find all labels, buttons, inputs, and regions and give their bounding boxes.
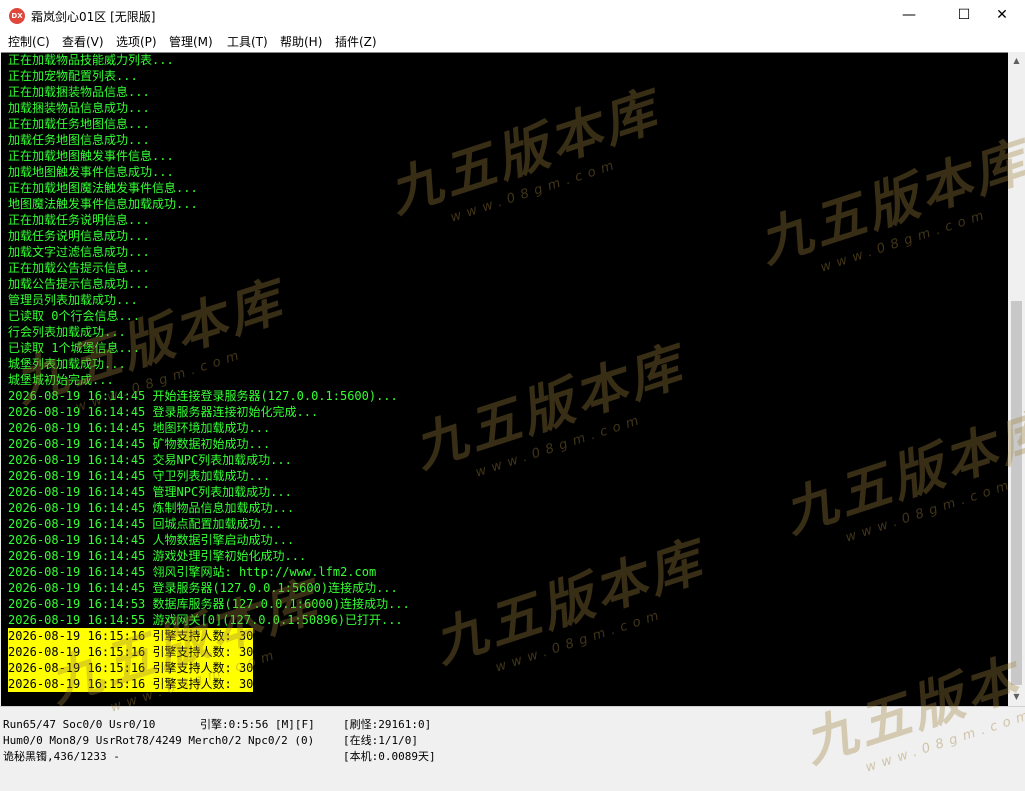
console-line: 已读取 0个行会信息... bbox=[8, 309, 141, 323]
console-line: 正在加载地图触发事件信息... bbox=[8, 149, 174, 163]
console-line: 2026-08-19 16:14:45 地图环境加载成功... bbox=[8, 421, 271, 435]
status-local-time: [本机:0.0089天] bbox=[343, 750, 436, 763]
menu-tools[interactable]: 工具(T) bbox=[227, 33, 268, 50]
menu-manage[interactable]: 管理(M) bbox=[169, 33, 213, 50]
menu-control[interactable]: 控制(C) bbox=[8, 33, 50, 50]
status-monster-refresh: [刷怪:29161:0] bbox=[343, 718, 432, 731]
console-line: 正在加载地图魔法触发事件信息... bbox=[8, 181, 198, 195]
console-line: 正在加载物品技能威力列表... bbox=[8, 53, 174, 67]
status-run-counters: Run65/47 Soc0/0 Usr0/10 bbox=[3, 718, 156, 731]
console-line: 正在加宠物配置列表... bbox=[8, 69, 138, 83]
menu-view[interactable]: 查看(V) bbox=[62, 33, 104, 50]
console-line: 2026-08-19 16:14:45 翎风引擎网站: http://www.l… bbox=[8, 565, 377, 579]
status-online: [在线:1/1/0] bbox=[343, 734, 418, 747]
console-line: 城堡城初始完成... bbox=[8, 373, 114, 387]
console-line: 2026-08-19 16:14:45 守卫列表加载成功... bbox=[8, 469, 271, 483]
title-bar: DX 霜岚剑心01区 [无限版] — ☐ ✕ bbox=[0, 0, 1025, 31]
console-line: 2026-08-19 16:14:45 开始连接登录服务器(127.0.0.1:… bbox=[8, 389, 398, 403]
menu-plugins[interactable]: 插件(Z) bbox=[335, 33, 377, 50]
console-line: 加载任务说明信息成功... bbox=[8, 229, 150, 243]
console-line: 2026-08-19 16:14:45 人物数据引擎启动成功... bbox=[8, 533, 295, 547]
minimize-button[interactable]: — bbox=[886, 0, 932, 31]
menu-bar: 控制(C) 查看(V) 选项(P) 管理(M) 工具(T) 帮助(H) 插件(Z… bbox=[0, 31, 1025, 52]
console-line: 正在加载公告提示信息... bbox=[8, 261, 150, 275]
console-line: 2026-08-19 16:14:45 交易NPC列表加载成功... bbox=[8, 453, 292, 467]
console-line-highlighted: 2026-08-19 16:15:16 引擎支持人数: 30 bbox=[8, 676, 254, 692]
status-engine-uptime: 引擎:0:5:56 [M][F] bbox=[200, 718, 315, 731]
close-button[interactable]: ✕ bbox=[979, 0, 1025, 31]
console-line: 2026-08-19 16:14:45 矿物数据初始成功... bbox=[8, 437, 271, 451]
console-log[interactable]: 正在加载物品技能威力列表... 正在加宠物配置列表... 正在加载捆装物品信息...… bbox=[1, 52, 1008, 706]
console-line: 2026-08-19 16:14:45 游戏处理引擎初始化成功... bbox=[8, 549, 307, 563]
console-line: 加载地图触发事件信息成功... bbox=[8, 165, 174, 179]
console-line-highlighted: 2026-08-19 16:15:16 引擎支持人数: 30 bbox=[8, 660, 254, 676]
console-line: 2026-08-19 16:14:45 登录服务器(127.0.0.1:5600… bbox=[8, 581, 398, 595]
console-line: 加载任务地图信息成功... bbox=[8, 133, 150, 147]
console-line: 加载文字过滤信息成功... bbox=[8, 245, 150, 259]
scroll-thumb[interactable] bbox=[1011, 301, 1022, 685]
console-line: 已读取 1个城堡信息... bbox=[8, 341, 141, 355]
menu-options[interactable]: 选项(P) bbox=[116, 33, 157, 50]
console-line: 地图魔法触发事件信息加载成功... bbox=[8, 197, 198, 211]
console-line: 2026-08-19 16:14:45 管理NPC列表加载成功... bbox=[8, 485, 292, 499]
console-line: 2026-08-19 16:14:45 登录服务器连接初始化完成... bbox=[8, 405, 319, 419]
console-line: 2026-08-19 16:14:45 炼制物品信息加载成功... bbox=[8, 501, 295, 515]
console-line-highlighted: 2026-08-19 16:15:16 引擎支持人数: 30 bbox=[8, 628, 254, 644]
window-title: 霜岚剑心01区 [无限版] bbox=[31, 10, 156, 24]
console-line: 2026-08-19 16:14:55 游戏网关[0](127.0.0.1:50… bbox=[8, 613, 403, 627]
console-line: 正在加载任务说明信息... bbox=[8, 213, 150, 227]
menu-help[interactable]: 帮助(H) bbox=[280, 33, 322, 50]
console-line: 城堡列表加载成功... bbox=[8, 357, 126, 371]
console-line: 管理员列表加载成功... bbox=[8, 293, 138, 307]
console-line: 2026-08-19 16:14:53 数据库服务器(127.0.0.1:600… bbox=[8, 597, 410, 611]
console-line: 加载捆装物品信息成功... bbox=[8, 101, 150, 115]
status-object-counters: Hum0/0 Mon8/9 UsrRot78/4249 Merch0/2 Npc… bbox=[3, 734, 315, 747]
console-line-highlighted: 2026-08-19 16:15:16 引擎支持人数: 30 bbox=[8, 644, 254, 660]
app-icon[interactable]: DX bbox=[9, 8, 25, 24]
status-item-info: 诡秘黑镯,436/1233 - bbox=[3, 750, 120, 763]
scroll-up-arrow-icon[interactable]: ▲ bbox=[1012, 56, 1021, 65]
console-line: 2026-08-19 16:14:45 回城点配置加载成功... bbox=[8, 517, 283, 531]
console-line: 正在加载任务地图信息... bbox=[8, 117, 150, 131]
console-line: 加载公告提示信息成功... bbox=[8, 277, 150, 291]
vertical-scrollbar[interactable]: ▲ ▼ bbox=[1008, 52, 1025, 705]
status-bar: Run65/47 Soc0/0 Usr0/10 引擎:0:5:56 [M][F]… bbox=[0, 706, 1025, 766]
console-line: 正在加载捆装物品信息... bbox=[8, 85, 150, 99]
scroll-down-arrow-icon[interactable]: ▼ bbox=[1012, 692, 1021, 701]
console-line: 行会列表加载成功... bbox=[8, 325, 126, 339]
